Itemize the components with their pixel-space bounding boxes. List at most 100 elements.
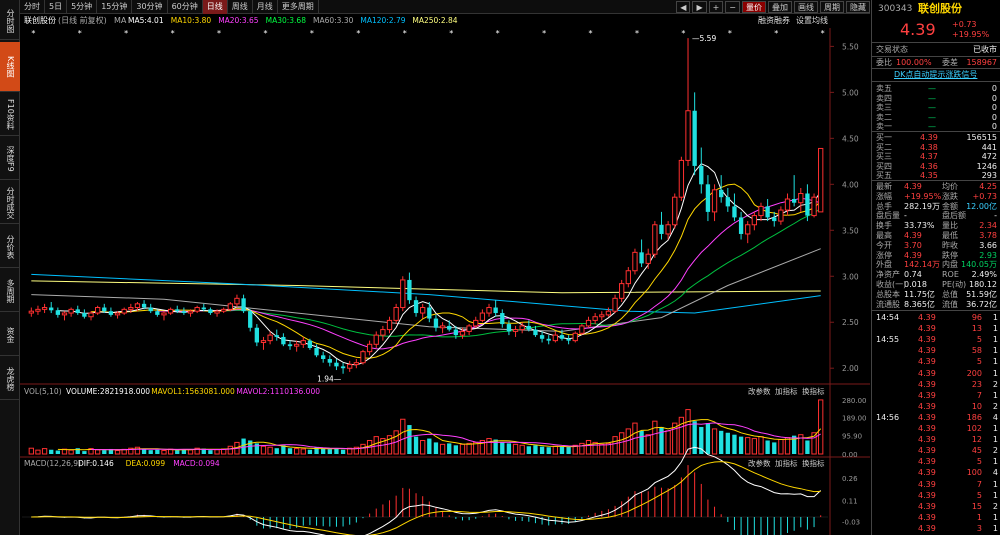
- stat-value: 36.72亿: [966, 299, 997, 309]
- price-tick-label: 3.00: [842, 272, 859, 281]
- scroll-left-icon[interactable]: ◀: [676, 0, 691, 13]
- zoom-out-icon[interactable]: −: [725, 0, 740, 13]
- volume-value-0: VOLUME:2821918.000: [66, 387, 150, 396]
- tool-button-1[interactable]: 叠加: [768, 0, 792, 13]
- candle-body-down: [791, 199, 797, 203]
- period-tab-6[interactable]: 日线: [202, 0, 228, 14]
- scroll-right-icon[interactable]: ▶: [692, 0, 707, 13]
- period-tab-2[interactable]: 5分钟: [67, 0, 98, 14]
- candle-body-up: [552, 334, 559, 342]
- period-tab-9[interactable]: 更多周期: [278, 0, 319, 14]
- vol-edit-params-link: 改参数: [748, 386, 771, 396]
- period-toolbar: 分时 5日 5分钟 15分钟 30分钟 60分钟 日线 周线 月线 更多周期 ◀ ▶ + − 量价 叠加 画线周…: [20, 0, 870, 14]
- tool-button-3[interactable]: 周期: [820, 0, 844, 13]
- tick-row-17: 4.39 15 2: [872, 501, 1000, 512]
- candle-body-down: [340, 366, 346, 369]
- rail-item-4[interactable]: 分时成交: [0, 182, 20, 224]
- rail-item-7[interactable]: 资金: [0, 314, 20, 356]
- candle-body-down: [413, 300, 419, 314]
- stat-label: 流值: [942, 299, 958, 309]
- event-marker: *: [310, 29, 314, 38]
- event-marker: *: [356, 29, 360, 38]
- stock-name[interactable]: 联创股份: [918, 3, 962, 14]
- left-rail: 分时图 K线图 F10资料 深度F9 分时成交 分价表 多周期 资金 龙虎榜: [0, 0, 20, 535]
- tool-button-4[interactable]: 隐藏: [846, 0, 870, 13]
- candle-body-up: [61, 312, 68, 316]
- candle-body-down: [55, 310, 61, 315]
- candle-body-up: [194, 307, 200, 312]
- promo-link[interactable]: DK点自动提示涨跌信号: [894, 69, 977, 80]
- candle-body-up: [678, 159, 685, 198]
- volume-tick-label: 95.90: [842, 432, 862, 440]
- tick-time: 14:56: [876, 412, 900, 422]
- candle-body-down: [281, 336, 286, 345]
- period-tab-1[interactable]: 5日: [45, 0, 68, 14]
- candle-body-up: [386, 319, 393, 331]
- tick-row-3: 4.39 58 1: [872, 345, 1000, 356]
- rail-item-5[interactable]: 分价表: [0, 226, 20, 268]
- period-tab-4[interactable]: 30分钟: [132, 0, 168, 14]
- tick-count: 2: [992, 446, 998, 456]
- rail-item-1[interactable]: K线图: [0, 42, 20, 92]
- tool-button-2[interactable]: 画线: [794, 0, 818, 13]
- period-tab-8[interactable]: 月线: [253, 0, 278, 14]
- tool-button-0[interactable]: 量价: [742, 0, 766, 13]
- volume-bar-up: [114, 450, 121, 455]
- candle-body-down: [155, 311, 160, 315]
- tick-row-6: 4.39 23 2: [872, 379, 1000, 390]
- volume-bar-down: [732, 434, 737, 454]
- tick-volume: 13: [971, 324, 982, 334]
- event-marker: *: [171, 29, 175, 38]
- volume-bar-up: [512, 443, 519, 455]
- volume-bar-up: [652, 420, 658, 455]
- event-marker: *: [449, 29, 453, 38]
- candle-body-down: [526, 325, 531, 330]
- tick-volume: 3: [976, 523, 982, 533]
- volume-bar-down: [327, 449, 332, 454]
- low-annotation: 1.94—: [317, 375, 342, 384]
- event-marker: *: [589, 29, 593, 38]
- candle-body-up: [778, 209, 784, 222]
- tick-time: 14:54: [876, 313, 900, 322]
- rail-item-8[interactable]: 龙虎榜: [0, 358, 20, 400]
- volume-tick-label: 0.00: [842, 451, 858, 459]
- period-tab-0[interactable]: 分时: [20, 0, 45, 14]
- rail-item-6[interactable]: 多周期: [0, 270, 20, 312]
- ma-value-4: MA60:3.30: [313, 16, 354, 25]
- candle-body-down: [407, 279, 412, 301]
- volume-bar-down: [102, 450, 107, 454]
- ma60-line: [31, 248, 821, 332]
- volume-bar-down: [566, 447, 571, 454]
- candle-body-down: [772, 217, 777, 222]
- tick-price: 4.39: [918, 368, 936, 378]
- tick-count: 4: [992, 468, 998, 478]
- ma-value-0: MA5:4.01: [128, 16, 164, 25]
- kline-chart-area[interactable]: 联创股份 (日线 前复权) MA MA5:4.01 MA10:3.80 MA20:3.65…: [20, 14, 870, 535]
- period-tab-3[interactable]: 15分钟: [97, 0, 133, 14]
- candle-body-up: [28, 310, 34, 314]
- stock-code: 300343: [878, 4, 913, 14]
- stat-row-12: 流通股 8.365亿 流值 36.72亿: [872, 299, 1000, 310]
- tick-count: 4: [992, 412, 998, 422]
- macd-tick-label: -0.03: [842, 519, 860, 527]
- candle-body-down: [175, 309, 180, 312]
- macd-value-2: MACD:0.094: [173, 459, 220, 468]
- tick-price: 4.39: [918, 379, 936, 389]
- quote-panel: 300343 联创股份 4.39 +0.73 +19.95% 交易状态 已收市 …: [871, 0, 1000, 535]
- zoom-in-icon[interactable]: +: [708, 0, 724, 13]
- rail-item-3[interactable]: 深度F9: [0, 138, 20, 180]
- period-tab-5[interactable]: 60分钟: [168, 0, 203, 14]
- tick-row-8: 4.39 10 2: [872, 401, 1000, 412]
- volume-bar-down: [533, 445, 538, 454]
- tick-price: 4.39: [918, 412, 936, 422]
- price-tick-label: 2.50: [842, 318, 859, 327]
- tick-count: 1: [992, 490, 998, 500]
- period-tab-7[interactable]: 周线: [228, 0, 253, 14]
- volume-bar-up: [28, 447, 34, 455]
- volume-label: VOL(5,10): [24, 387, 62, 396]
- tick-price: 4.39: [918, 501, 936, 511]
- rail-item-0[interactable]: 分时图: [0, 2, 20, 40]
- rail-item-2[interactable]: F10资料: [0, 94, 20, 136]
- volume-bar-down: [433, 442, 439, 454]
- candle-body-down: [287, 344, 293, 347]
